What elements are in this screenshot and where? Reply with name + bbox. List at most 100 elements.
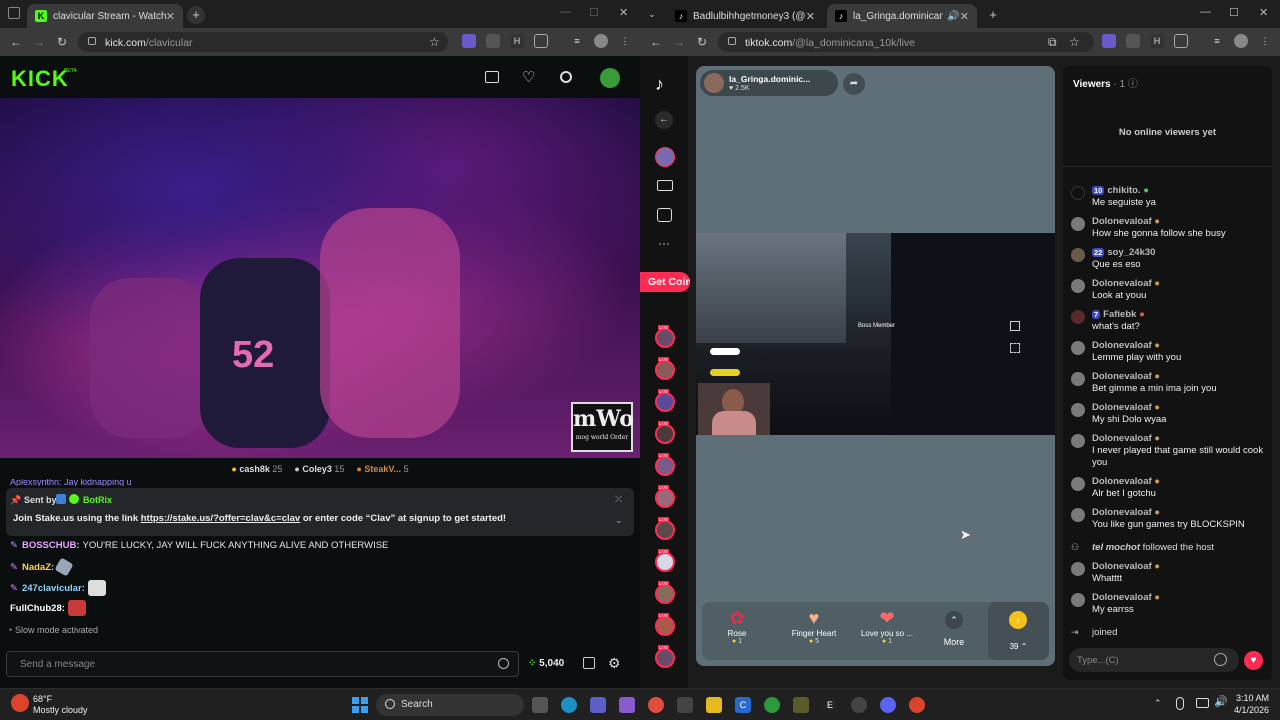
live-channel-avatar[interactable] bbox=[655, 357, 675, 380]
live-channel-avatar[interactable] bbox=[655, 453, 675, 476]
tab-kick[interactable]: K clavicular Stream - Watch Live o ✕ bbox=[27, 4, 183, 28]
audio-playing-icon[interactable]: 🔊 bbox=[947, 11, 959, 22]
game-icon[interactable] bbox=[793, 697, 809, 713]
live-channel-avatar[interactable] bbox=[655, 325, 675, 348]
forward-icon[interactable]: → bbox=[673, 35, 685, 49]
discord-icon[interactable] bbox=[880, 697, 896, 713]
tab-tiktok-live[interactable]: ♪ la_Gringa.dominicana 🔊 ✕ bbox=[827, 4, 977, 28]
new-tab-button[interactable]: + bbox=[984, 6, 1002, 24]
site-info-icon[interactable] bbox=[88, 37, 96, 45]
live-channel-avatar[interactable] bbox=[655, 549, 675, 572]
reload-icon[interactable]: ↻ bbox=[57, 35, 67, 49]
pinned-link[interactable]: https://stake.us/?offer=clav&c=clav bbox=[141, 513, 300, 524]
live-video-icon[interactable] bbox=[657, 180, 673, 191]
send-message-input[interactable]: Send a message bbox=[6, 651, 519, 677]
live-channel-avatar[interactable] bbox=[655, 517, 675, 540]
back-icon[interactable]: ← bbox=[655, 111, 673, 129]
maximize-icon[interactable]: ☐ bbox=[1229, 6, 1239, 19]
network-icon[interactable] bbox=[1196, 698, 1209, 708]
close-tab-icon[interactable]: ✕ bbox=[806, 10, 815, 23]
bookmark-star-icon[interactable]: ☆ bbox=[429, 35, 440, 49]
app-icon[interactable]: C bbox=[735, 697, 751, 713]
following-icon[interactable] bbox=[485, 71, 499, 83]
extensions-puzzle-icon[interactable] bbox=[1174, 34, 1188, 48]
gift-love-you[interactable]: ❤ Love you so ... ● 1 bbox=[856, 608, 918, 645]
emoji-icon[interactable] bbox=[498, 658, 509, 669]
steam-icon[interactable] bbox=[851, 697, 867, 713]
gift-rose[interactable]: ✿ Rose ● 1 bbox=[716, 608, 758, 645]
profile-avatar[interactable] bbox=[594, 34, 608, 48]
back-icon[interactable]: ← bbox=[650, 35, 662, 49]
reading-list-icon[interactable]: ≡ bbox=[570, 34, 584, 48]
extension-icon[interactable]: H bbox=[510, 34, 524, 48]
coin-balance[interactable]: ♪ 39 ⌃ bbox=[988, 602, 1049, 660]
host-avatar[interactable] bbox=[704, 73, 724, 93]
chat-username[interactable]: BOSSCHUB: bbox=[22, 540, 80, 551]
minimize-icon[interactable]: — bbox=[560, 6, 571, 18]
tab-tiktok-profile[interactable]: ♪ Badlulbihhgetmoney3 (@badlu ✕ bbox=[667, 4, 823, 28]
back-icon[interactable]: ← bbox=[10, 35, 22, 49]
app-icon[interactable] bbox=[619, 697, 635, 713]
chat-username[interactable]: FullChub28: bbox=[10, 603, 65, 614]
extension-icon[interactable] bbox=[1126, 34, 1140, 48]
host-card[interactable]: la_Gringa.dominic... ♥ 2.5K bbox=[700, 70, 838, 96]
live-channel-avatar[interactable] bbox=[655, 581, 675, 604]
unpin-icon[interactable]: ⤫ bbox=[615, 494, 622, 505]
chrome-icon[interactable] bbox=[909, 697, 925, 713]
live-player[interactable]: la_Gringa.dominic... ♥ 2.5K ➦ Boss Membe… bbox=[696, 66, 1055, 666]
heart-icon[interactable]: ♡ bbox=[522, 68, 535, 86]
weather-icon[interactable] bbox=[11, 694, 29, 712]
close-window-icon[interactable]: ✕ bbox=[1259, 6, 1268, 19]
close-window-icon[interactable]: ✕ bbox=[619, 6, 628, 19]
emoji-icon[interactable] bbox=[1214, 653, 1227, 666]
tiktok-logo-icon[interactable]: ♪ bbox=[655, 74, 664, 95]
screenshot-icon[interactable] bbox=[1010, 321, 1020, 331]
gift-item[interactable]: ● cash8k 25 bbox=[231, 464, 282, 474]
profile-avatar[interactable] bbox=[655, 147, 675, 167]
store-icon[interactable] bbox=[677, 697, 693, 713]
new-tab-button[interactable]: + bbox=[187, 6, 205, 24]
edge-icon[interactable] bbox=[561, 697, 577, 713]
chevron-up-icon[interactable]: ⌃ bbox=[1154, 698, 1162, 709]
extensions-puzzle-icon[interactable] bbox=[534, 34, 548, 48]
chat-username[interactable]: NadaZ: bbox=[22, 562, 54, 573]
profile-avatar[interactable] bbox=[1234, 34, 1248, 48]
minimize-icon[interactable]: — bbox=[1200, 6, 1211, 18]
get-coins-button[interactable]: Get Coin bbox=[640, 272, 690, 292]
teams-icon[interactable] bbox=[590, 697, 606, 713]
live-channel-avatar[interactable] bbox=[655, 421, 675, 444]
epic-games-icon[interactable]: E bbox=[822, 697, 838, 713]
stream-video[interactable]: 52 bbox=[0, 98, 640, 458]
gift-finger-heart[interactable]: ♥ Finger Heart ● 5 bbox=[786, 608, 842, 645]
kick-logo[interactable]: KICK bbox=[11, 66, 69, 92]
close-tab-icon[interactable]: ✕ bbox=[166, 10, 175, 23]
gift-item[interactable]: ● SteakV... 5 bbox=[356, 464, 408, 474]
user-avatar[interactable] bbox=[600, 68, 620, 88]
comment-input[interactable]: Type...(C) bbox=[1069, 648, 1239, 672]
explore-icon[interactable] bbox=[657, 208, 672, 222]
browser-menu-icon[interactable]: ⋮ bbox=[1258, 34, 1272, 48]
share-icon[interactable]: ➦ bbox=[843, 73, 865, 95]
open-in-new-icon[interactable]: ⧉ bbox=[1048, 35, 1057, 50]
site-info-icon[interactable] bbox=[728, 37, 736, 45]
more-gifts-button[interactable]: ⌃ More bbox=[940, 611, 968, 647]
live-channel-avatar[interactable] bbox=[655, 485, 675, 508]
settings-gear-icon[interactable]: ⚙ bbox=[608, 655, 621, 672]
tab-list-icon[interactable]: ⌄ bbox=[648, 9, 656, 20]
channel-points[interactable]: ⁘ 5,040 bbox=[528, 658, 564, 669]
taskbar-search[interactable]: Search bbox=[376, 694, 524, 716]
chrome-icon[interactable] bbox=[648, 697, 664, 713]
like-heart-icon[interactable]: ♥ bbox=[1244, 651, 1263, 670]
task-view-icon[interactable] bbox=[532, 697, 548, 713]
browser-menu-icon[interactable]: ⋮ bbox=[618, 34, 632, 48]
maximize-icon[interactable]: ☐ bbox=[589, 6, 599, 19]
clock-time[interactable]: 3:10 AM bbox=[1225, 693, 1269, 703]
weather-desc[interactable]: Mostly cloudy bbox=[33, 705, 88, 715]
live-channel-avatar[interactable] bbox=[655, 613, 675, 636]
windows-start-icon[interactable] bbox=[352, 697, 368, 713]
live-channel-avatar[interactable] bbox=[655, 389, 675, 412]
gift-item[interactable]: ● Coley3 15 bbox=[294, 464, 344, 474]
extension-icon[interactable]: H bbox=[1150, 34, 1164, 48]
bookmark-star-icon[interactable]: ☆ bbox=[1069, 35, 1080, 49]
fullscreen-icon[interactable] bbox=[1010, 343, 1020, 353]
